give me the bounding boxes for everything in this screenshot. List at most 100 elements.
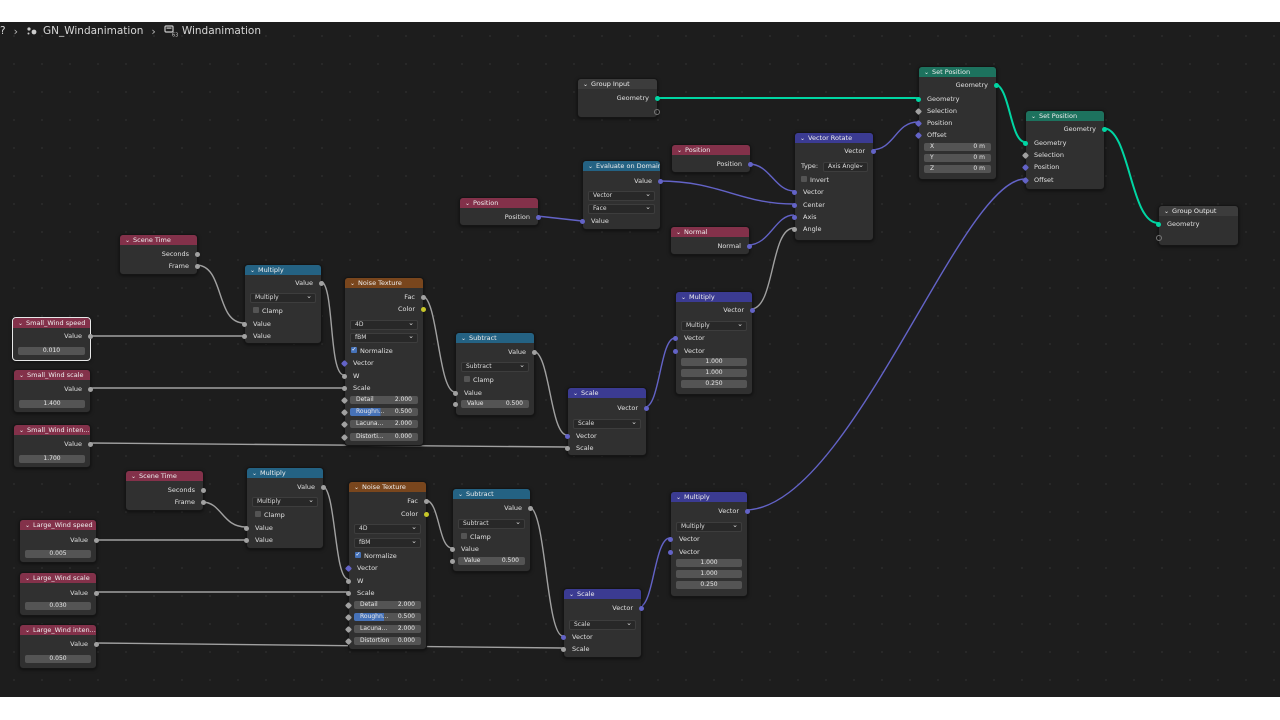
socket-dot[interactable] [1023,140,1028,146]
socket-dot[interactable] [244,537,249,543]
operation-dropdown[interactable]: Subtract [458,518,525,529]
socket-dot[interactable] [871,148,876,154]
detail-field[interactable]: Detail 2.000 [344,601,421,609]
data-type-dropdown[interactable]: Vector [588,190,655,201]
socket-dot[interactable] [658,178,663,184]
value-field[interactable]: 0.005 [25,550,91,558]
vector-multiply-node-2[interactable]: ⌄Multiply Vector Multiply Vector Vector … [668,491,750,597]
socket-dot[interactable] [1021,151,1030,159]
socket-dot[interactable] [346,590,351,596]
noise-type-dropdown[interactable]: fBM [350,332,418,343]
socket-dot[interactable] [340,359,349,367]
large-wind-intensity-node[interactable]: ⌄ Large_Wind inten... Value 0.050 [19,624,99,669]
math-subtract-node-1[interactable]: ⌄Subtract Value Subtract Clamp Value Val… [453,332,537,416]
socket-dot[interactable] [201,499,206,505]
socket-dot[interactable] [673,335,678,341]
socket-dot[interactable] [914,119,923,127]
socket-dot[interactable] [792,189,797,195]
socket-dot[interactable] [654,108,660,115]
socket-dot[interactable] [453,401,458,407]
offset-y-field[interactable]: Y 0 m [924,154,991,162]
large-wind-scale-node[interactable]: ⌄ Large_Wind scale Value 0.030 [19,572,99,616]
socket-dot[interactable] [565,433,570,439]
clamp-checkbox[interactable]: Clamp [247,510,323,520]
lacunarity-field[interactable]: Lacuna... 2.000 [344,625,421,633]
socket-dot[interactable] [244,525,249,531]
socket-dot[interactable] [580,218,585,224]
operation-dropdown[interactable]: Multiply [681,320,747,331]
normalize-checkbox[interactable]: Normalize [343,345,423,356]
socket-dot[interactable] [639,605,644,611]
socket-dot[interactable] [792,214,797,220]
small-wind-intensity-node[interactable]: ⌄ Small_Wind inten... Value 1.700 [13,424,93,468]
socket-dot[interactable] [914,131,923,139]
normal-node[interactable]: ⌄ Normal Normal [670,226,752,255]
socket-dot[interactable] [536,214,541,220]
socket-dot[interactable] [340,396,349,404]
dimensions-dropdown[interactable]: 4D [350,319,418,330]
socket-dot[interactable] [750,307,755,313]
noise-texture-node-1[interactable]: ⌄Noise Texture Fac Color 4D fBM Normaliz… [340,277,426,446]
offset-z-field[interactable]: Z 0 m [924,165,991,173]
clamp-checkbox[interactable]: Clamp [453,532,530,542]
roughness-field[interactable]: Roughn... 0.500 [344,613,421,621]
vector-z-field[interactable]: 0.250 [676,581,742,589]
socket-dot[interactable] [792,226,797,232]
socket-dot[interactable] [340,420,349,428]
socket-dot[interactable] [342,385,347,391]
socket-dot[interactable] [342,373,347,379]
socket-dot[interactable] [344,613,353,621]
value-field[interactable]: 1.700 [19,455,85,463]
socket-dot[interactable] [561,646,566,652]
socket-dot[interactable] [195,263,200,269]
set-position-node-1[interactable]: ⌄ Set Position Geometry Geometry Selectio… [914,66,999,180]
type-dropdown[interactable]: Axis Angle [823,161,868,172]
value-field[interactable]: 1.400 [19,400,85,408]
socket-dot[interactable] [319,280,324,286]
vector-rotate-node[interactable]: ⌄Vector Rotate Vector Type: Axis Angle I… [792,132,876,241]
operation-dropdown[interactable]: Multiply [250,292,316,303]
socket-dot[interactable] [88,386,93,392]
vector-x-field[interactable]: 1.000 [681,358,747,366]
value-field[interactable]: 0.030 [25,602,91,610]
breadcrumb-node-tree[interactable]: 63 Windanimation [164,25,261,37]
socket-dot[interactable] [421,306,426,312]
socket-dot[interactable] [673,348,678,354]
socket-dot[interactable] [421,294,426,300]
set-position-node-2[interactable]: ⌄ Set Position Geometry Geometry Selectio… [1021,110,1107,190]
socket-dot[interactable] [453,390,458,396]
socket-dot[interactable] [1021,176,1030,184]
socket-dot[interactable] [242,321,247,327]
socket-dot[interactable] [528,505,533,511]
socket-dot[interactable] [747,243,752,249]
socket-dot[interactable] [195,251,200,257]
socket-dot[interactable] [450,558,455,564]
noise-type-dropdown[interactable]: fBM [354,537,421,548]
socket-dot[interactable] [1102,126,1107,132]
value-field[interactable]: Value 0.500 [450,557,525,565]
vector-scale-node-1[interactable]: ⌄Scale Vector Scale Vector Scale [565,387,649,456]
socket-dot[interactable] [88,441,93,447]
socket-dot[interactable] [321,484,326,490]
socket-dot[interactable] [88,333,93,339]
socket-dot[interactable] [424,498,429,504]
socket-dot[interactable] [668,549,673,555]
socket-dot[interactable] [1156,234,1162,241]
socket-dot[interactable] [1021,163,1030,171]
domain-dropdown[interactable]: Face [588,203,655,214]
socket-dot[interactable] [565,445,570,451]
normalize-checkbox[interactable]: Normalize [347,550,426,561]
vector-scale-node-2[interactable]: ⌄Scale Vector Scale Vector Scale [561,588,644,658]
socket-dot[interactable] [916,96,921,102]
offset-x-field[interactable]: X 0 m [924,143,991,151]
value-field[interactable]: Value 0.500 [453,400,529,408]
lacunarity-field[interactable]: Lacuna... 2.000 [340,420,418,428]
socket-dot[interactable] [532,349,537,355]
clamp-checkbox[interactable]: Clamp [456,375,534,385]
socket-dot[interactable] [561,634,566,640]
math-multiply-node-1[interactable]: ⌄Multiply Value Multiply Clamp Value Val… [242,264,324,344]
breadcrumb-object[interactable]: GN_Windanimation [26,25,143,37]
distortion-field[interactable]: Distortion 0.000 [344,637,421,645]
invert-checkbox[interactable]: Invert [793,175,873,185]
socket-dot[interactable] [340,408,349,416]
